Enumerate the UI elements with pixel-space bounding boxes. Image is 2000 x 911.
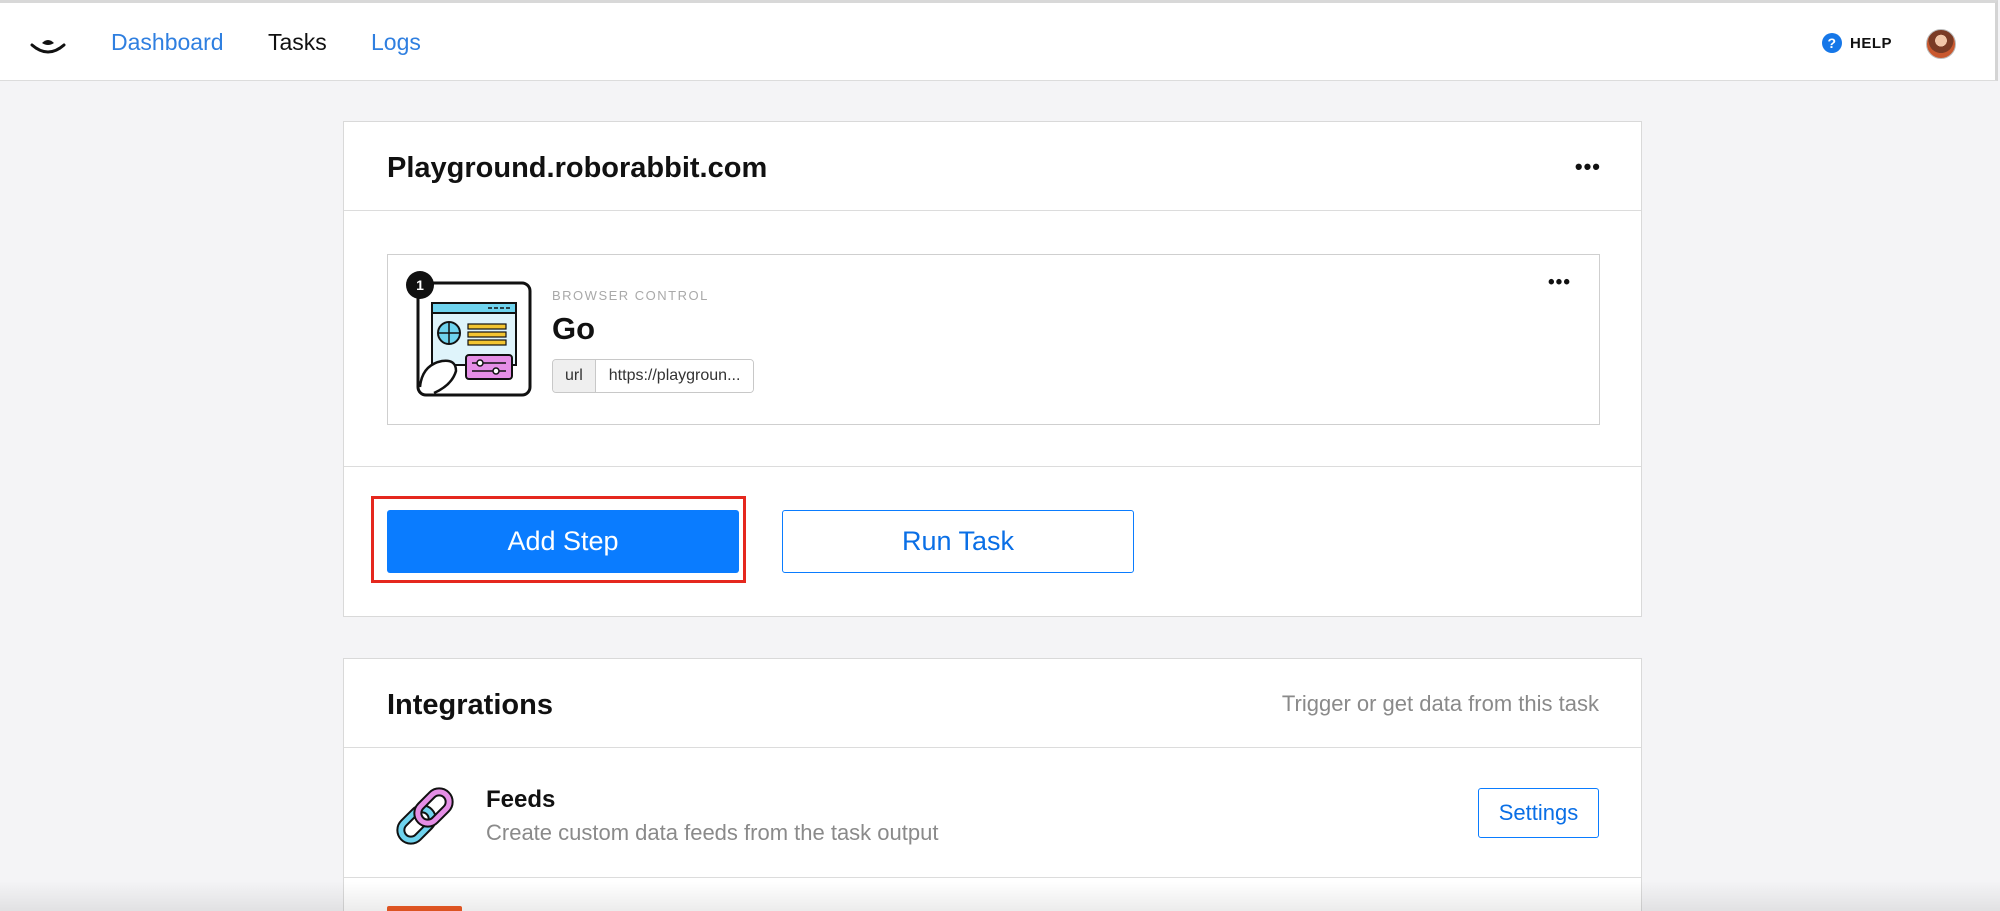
- integrations-subtitle: Trigger or get data from this task: [1281, 691, 1599, 716]
- help-question-icon: ?: [1822, 33, 1842, 53]
- nav-link-tasks[interactable]: Tasks: [268, 29, 327, 56]
- integrations-header: Integrations Trigger or get data from th…: [344, 659, 1641, 748]
- add-step-button[interactable]: Add Step: [387, 510, 739, 573]
- step-more-options-icon[interactable]: •••: [1548, 273, 1571, 292]
- feeds-settings-button[interactable]: Settings: [1478, 788, 1599, 838]
- integration-title: Feeds: [486, 786, 556, 813]
- step-category-label: BROWSER CONTROL: [552, 288, 709, 303]
- integration-description: Create custom data feeds from the task o…: [486, 820, 939, 845]
- chain-link-icon: [396, 787, 454, 845]
- step-param-chip: url https://playgroun...: [552, 359, 755, 393]
- roborabbit-logo-icon[interactable]: [28, 31, 68, 59]
- top-navigation-bar: Dashboard Tasks Logs ? HELP: [0, 0, 1998, 81]
- step-name: Go: [552, 311, 596, 346]
- task-actions: Add Step Run Task: [344, 467, 1641, 616]
- task-steps-section: 1 BROWSER CONTROL Go url https://playgro…: [344, 211, 1641, 467]
- task-title: Playground.roborabbit.com: [387, 152, 768, 184]
- help-link[interactable]: ? HELP: [1822, 33, 1892, 53]
- step-card[interactable]: 1 BROWSER CONTROL Go url https://playgro…: [387, 254, 1600, 425]
- user-avatar[interactable]: [1926, 29, 1956, 59]
- task-card: Playground.roborabbit.com ••• 1 BROWSER …: [343, 121, 1642, 617]
- nav-link-dashboard[interactable]: Dashboard: [111, 29, 224, 56]
- browser-window-illustration-icon: [416, 281, 532, 397]
- run-task-button[interactable]: Run Task: [782, 510, 1134, 573]
- integration-row-feeds: Feeds Create custom data feeds from the …: [344, 748, 1641, 878]
- param-key: url: [553, 360, 596, 392]
- task-more-options-icon[interactable]: •••: [1575, 156, 1601, 178]
- help-label: HELP: [1850, 34, 1893, 52]
- task-card-header: Playground.roborabbit.com •••: [344, 122, 1641, 211]
- integrations-title: Integrations: [387, 689, 553, 721]
- param-value: https://playgroun...: [595, 360, 754, 392]
- integrations-card: Integrations Trigger or get data from th…: [343, 658, 1642, 911]
- next-integration-icon: [387, 906, 462, 911]
- nav-link-logs[interactable]: Logs: [371, 29, 421, 56]
- step-number-badge: 1: [406, 271, 434, 299]
